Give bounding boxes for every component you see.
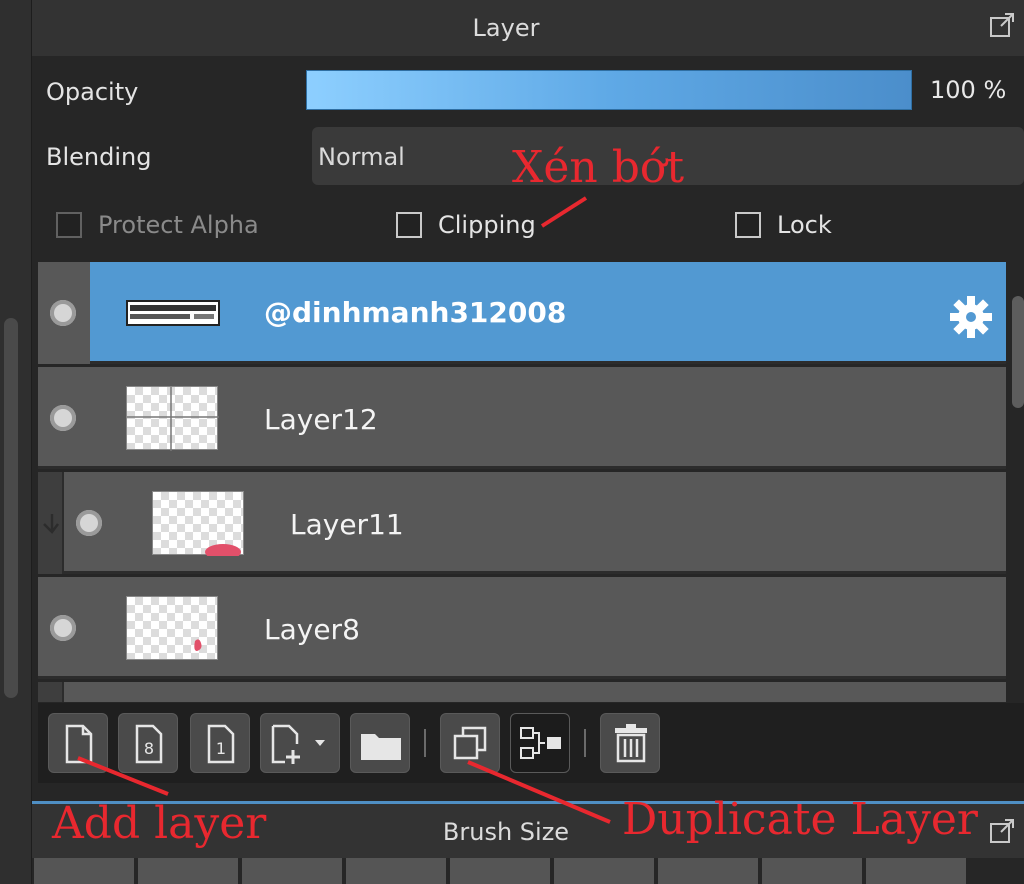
layer-name: @dinhmanh312008 [264,296,567,329]
brush-size-preset[interactable] [866,858,966,884]
blending-selected: Normal [318,143,405,171]
new-8bit-layer-button[interactable]: 8 [118,713,178,773]
panel-title: Layer [472,14,540,42]
layer-row-partial[interactable] [38,682,1006,702]
layer-list-scrollbar[interactable] [1012,296,1024,408]
add-layer-menu-button[interactable] [260,713,340,773]
protect-alpha-checkbox[interactable] [56,212,82,238]
merge-down-button[interactable] [510,713,570,773]
folder-icon [361,734,401,760]
layer-toolbar: 8 1 [38,703,1024,783]
clip-arrow-icon [43,514,59,534]
annotation-duplicate-layer: Duplicate Layer [622,794,978,845]
visibility-toggle-icon[interactable] [50,300,76,326]
clipping-label: Clipping [438,211,536,239]
brush-size-preset[interactable] [762,858,862,884]
lock-label: Lock [777,211,832,239]
popout-icon[interactable] [987,10,1017,40]
layer-name: Layer8 [264,613,360,646]
layer-row-layer8[interactable]: Layer8 [38,577,1006,679]
paint-thumbnail-icon [205,544,241,560]
trash-icon [615,724,647,763]
grid-thumbnail-icon [127,387,219,451]
brush-size-preset[interactable] [138,858,238,884]
brush-size-preset[interactable] [34,858,134,884]
layer-panel-header: Layer [32,0,1024,56]
new-layer-icon [65,724,93,764]
layer-row-dinhmanh312008[interactable]: @dinhmanh312008 [38,262,1006,364]
layer-thumbnail [152,491,244,560]
toolbar-separator [584,729,586,757]
duplicate-layer-button[interactable] [440,713,500,773]
left-dock-edge [0,0,32,884]
duplicate-icon [453,726,487,760]
svg-text:8: 8 [144,739,154,758]
brush-size-presets [32,858,980,884]
layer-thumbnail [126,300,220,326]
layer-thumbnail [126,596,218,660]
opacity-label: Opacity [46,78,139,106]
lock-checkbox[interactable] [735,212,761,238]
layer-panel: Layer Opacity 100 % Blending Normal Prot… [32,0,1024,884]
add-layer-menu-icon [271,724,325,764]
merge-down-icon [520,727,561,759]
svg-text:1: 1 [216,739,226,758]
layer-row-layer12[interactable]: Layer12 [38,367,1006,469]
layer-name: Layer12 [264,403,378,436]
new-folder-button[interactable] [350,713,410,773]
clipping-checkbox[interactable] [396,212,422,238]
opacity-value: 100 % [930,76,1007,104]
left-scrollbar[interactable] [4,318,18,698]
delete-layer-button[interactable] [600,713,660,773]
layer-list: @dinhmanh312008 Layer12 Layer11 Layer8 [38,262,1006,702]
blending-label: Blending [46,143,152,171]
brush-size-preset[interactable] [658,858,758,884]
brush-size-preset[interactable] [554,858,654,884]
clipping-indicator [38,472,64,574]
visibility-toggle-icon[interactable] [50,405,76,431]
new-1bit-layer-icon: 1 [207,724,235,764]
annotation-clipping: Xén bớt [512,142,685,193]
toolbar-separator [424,729,426,757]
new-8bit-layer-icon: 8 [135,724,163,764]
protect-alpha-label: Protect Alpha [98,211,259,239]
popout-icon[interactable] [987,816,1017,846]
layer-row-layer11[interactable]: Layer11 [38,472,1006,574]
brush-size-preset[interactable] [450,858,550,884]
visibility-toggle-icon[interactable] [76,510,102,536]
brush-size-preset[interactable] [242,858,342,884]
new-layer-button[interactable] [48,713,108,773]
brush-size-preset[interactable] [346,858,446,884]
opacity-slider[interactable] [306,70,912,110]
visibility-toggle-icon[interactable] [50,615,76,641]
annotation-add-layer: Add layer [52,798,267,849]
layer-name: Layer11 [290,508,404,541]
layer-thumbnail [126,386,219,451]
text-thumbnail-icon [130,305,216,319]
paint-thumbnail-icon [194,639,202,651]
clipping-indicator [38,682,64,702]
new-1bit-layer-button[interactable]: 1 [190,713,250,773]
gear-icon[interactable] [948,294,994,340]
